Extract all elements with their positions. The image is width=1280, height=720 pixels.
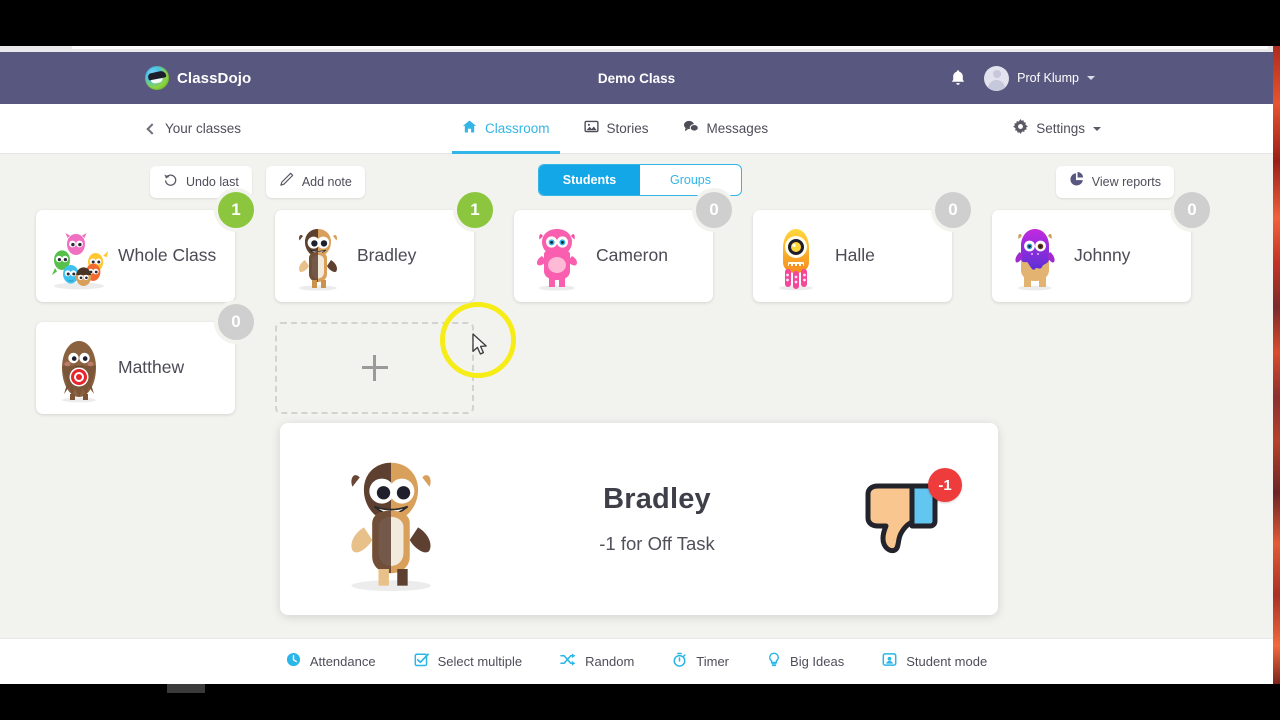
bottom-toolbar: Attendance Select multiple Random Timer xyxy=(0,638,1273,684)
bell-icon[interactable] xyxy=(948,68,968,88)
chevron-left-icon xyxy=(146,122,158,135)
matthew-monster-avatar xyxy=(46,332,112,404)
monitor-icon xyxy=(882,652,897,672)
cameron-monster-avatar xyxy=(524,220,590,292)
bradley-monster-avatar-large xyxy=(316,444,466,594)
toolbar-right-group: View reports xyxy=(1055,166,1174,198)
shuffle-icon xyxy=(560,652,576,672)
back-label: Your classes xyxy=(165,121,242,136)
big-ideas-button[interactable]: Big Ideas xyxy=(767,652,844,672)
add-note-button[interactable]: Add note xyxy=(265,166,365,198)
photo-frame-icon xyxy=(583,119,599,139)
chat-bubbles-icon xyxy=(683,119,699,139)
status-badge: 0 xyxy=(931,188,975,232)
student-card-cameron[interactable]: 0 Cameron xyxy=(514,188,736,302)
settings-label: Settings xyxy=(1036,121,1085,136)
header-right-group: Prof Klump xyxy=(948,65,1095,91)
nav-tab-list: Classroom Stories Messages xyxy=(452,104,769,154)
tab-messages[interactable]: Messages xyxy=(683,104,769,154)
checkbox-check-icon xyxy=(414,652,429,672)
timer-label: Timer xyxy=(696,654,730,669)
student-mode-button[interactable]: Student mode xyxy=(882,652,987,672)
app-header: ClassDojo Demo Class Prof Klump xyxy=(0,52,1273,104)
student-row-1: 1 Whole Class 1 Bradley 0 Cameron 0 Hall… xyxy=(0,188,1273,302)
screen-edge-artifact xyxy=(1273,46,1280,684)
student-name: Matthew xyxy=(118,357,185,378)
class-toolbar: Undo last Add note Students Groups View … xyxy=(0,154,1273,210)
select-multiple-button[interactable]: Select multiple xyxy=(414,652,523,672)
student-card-matthew[interactable]: 0 Matthew xyxy=(36,300,258,414)
status-badge: 0 xyxy=(692,188,736,232)
segment-students[interactable]: Students xyxy=(539,165,640,195)
back-to-classes-link[interactable]: Your classes xyxy=(146,121,242,136)
chevron-down-icon xyxy=(1087,76,1095,80)
classdojo-app: ClassDojo Demo Class Prof Klump Your cla… xyxy=(0,52,1273,684)
tab-classroom-label: Classroom xyxy=(485,121,550,136)
student-row-2: 0 Matthew xyxy=(0,300,1273,414)
student-card-whole-class[interactable]: 1 Whole Class xyxy=(36,188,258,302)
student-name: Whole Class xyxy=(118,245,217,266)
chevron-down-icon xyxy=(1093,126,1101,131)
undo-arrow-icon xyxy=(163,172,178,192)
status-badge: 0 xyxy=(1170,188,1214,232)
student-card-bradley[interactable]: 1 Bradley xyxy=(275,188,497,302)
add-student-card[interactable] xyxy=(275,322,474,414)
toolbar-left-group: Undo last Add note xyxy=(150,166,365,198)
random-label: Random xyxy=(585,654,635,669)
tab-messages-label: Messages xyxy=(706,121,769,136)
view-reports-label: View reports xyxy=(1091,175,1161,189)
settings-menu[interactable]: Settings xyxy=(1013,118,1101,139)
user-avatar-icon xyxy=(984,65,1010,91)
student-card-johnny[interactable]: 0 Johnny xyxy=(992,188,1214,302)
random-button[interactable]: Random xyxy=(560,652,634,672)
big-ideas-label: Big Ideas xyxy=(790,654,845,669)
select-multiple-label: Select multiple xyxy=(437,654,523,669)
thumbs-down-icon: -1 xyxy=(848,464,968,574)
lightbulb-icon xyxy=(767,652,781,672)
negative-points-badge: -1 xyxy=(928,468,962,502)
student-card-halle[interactable]: 0 Halle xyxy=(753,188,975,302)
user-name: Prof Klump xyxy=(1017,71,1079,85)
johnny-monster-avatar xyxy=(1002,220,1068,292)
pencil-icon xyxy=(279,172,294,192)
whole-class-group-avatar xyxy=(46,220,112,292)
taskbar-nub xyxy=(167,684,205,693)
student-grid: 1 Whole Class 1 Bradley 0 Cameron 0 Hall… xyxy=(0,188,1273,414)
main-nav: Your classes Classroom Stories Messages … xyxy=(0,104,1273,154)
gear-icon xyxy=(1013,118,1029,139)
status-badge: 0 xyxy=(214,300,258,344)
halle-monster-avatar xyxy=(763,220,829,292)
student-name: Johnny xyxy=(1074,245,1131,266)
timer-button[interactable]: Timer xyxy=(672,652,729,672)
view-reports-button[interactable]: View reports xyxy=(1055,166,1174,198)
attendance-label: Attendance xyxy=(309,654,376,669)
toast-student-name: Bradley xyxy=(603,483,711,515)
toast-text-block: Bradley -1 for Off Task xyxy=(466,483,848,555)
toast-reason: -1 for Off Task xyxy=(599,533,715,554)
tab-stories-label: Stories xyxy=(606,121,649,136)
status-badge: 1 xyxy=(214,188,258,232)
status-badge: 1 xyxy=(453,188,497,232)
tab-stories[interactable]: Stories xyxy=(583,104,649,154)
stopwatch-icon xyxy=(672,652,687,672)
user-menu[interactable]: Prof Klump xyxy=(984,65,1095,91)
bradley-monster-avatar xyxy=(285,220,351,292)
student-name: Halle xyxy=(835,245,875,266)
student-name: Bradley xyxy=(357,245,417,266)
plus-icon xyxy=(361,355,388,381)
screen-root: ClassDojo Demo Class Prof Klump Your cla… xyxy=(0,0,1280,720)
attendance-button[interactable]: Attendance xyxy=(286,652,376,672)
add-note-label: Add note xyxy=(301,175,352,189)
pie-chart-icon xyxy=(1069,172,1084,192)
student-mode-label: Student mode xyxy=(906,654,988,669)
student-name: Cameron xyxy=(596,245,668,266)
home-icon xyxy=(462,119,477,139)
clock-icon xyxy=(286,652,301,672)
award-toast[interactable]: Bradley -1 for Off Task -1 xyxy=(280,423,998,615)
letterbox-top xyxy=(0,0,1280,46)
undo-last-label: Undo last xyxy=(186,175,239,189)
tab-classroom[interactable]: Classroom xyxy=(452,104,559,154)
